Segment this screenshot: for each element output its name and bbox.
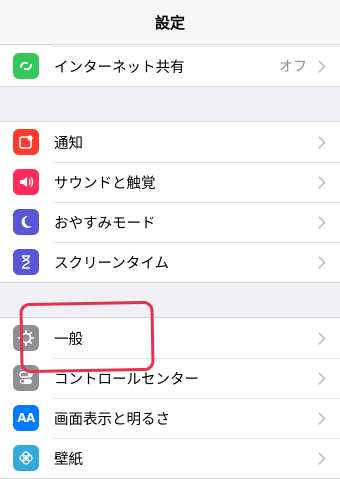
chevron-right-icon <box>313 215 326 229</box>
chevron-right-icon <box>313 135 326 149</box>
speaker-icon <box>13 169 39 195</box>
settings-row-label: インターネット共有 <box>54 59 185 76</box>
chevron-right-icon <box>313 411 326 425</box>
chevron-right-icon <box>313 175 326 189</box>
moon-icon <box>13 209 39 235</box>
settings-row-dnd[interactable]: おやすみモード <box>0 202 340 242</box>
settings-row-label: おやすみモード <box>54 215 156 232</box>
settings-row-label: スクリーンタイム <box>54 255 169 272</box>
chevron-right-icon <box>313 255 326 269</box>
chevron-right-icon <box>313 451 326 465</box>
chevron-right-icon <box>313 331 326 345</box>
settings-row-wallpaper[interactable]: 壁紙 <box>0 438 340 478</box>
text-size-icon: AA <box>13 405 39 431</box>
settings-row-label: 画面表示と明るさ <box>54 411 170 428</box>
notification-icon <box>13 129 39 155</box>
settings-row-display[interactable]: AA 画面表示と明るさ <box>0 398 340 438</box>
red-highlight-annotation <box>19 300 155 374</box>
settings-row-sounds[interactable]: サウンドと触覚 <box>0 162 340 202</box>
hourglass-icon <box>13 249 39 275</box>
chevron-right-icon <box>313 371 326 385</box>
navigation-bar: 設定 <box>0 0 340 45</box>
chevron-right-icon <box>313 59 326 73</box>
settings-row-label: 壁紙 <box>54 451 83 468</box>
settings-row-notifications[interactable]: 通知 <box>0 122 340 162</box>
settings-row-detail: オフ <box>279 59 307 75</box>
settings-row-label: サウンドと触覚 <box>54 175 156 192</box>
settings-row-hotspot[interactable]: インターネット共有 オフ <box>0 46 340 86</box>
settings-list[interactable]: インターネット共有 オフ 通知 サウンドと触覚 おやすみモード スクリーンタイム… <box>0 0 340 479</box>
page-title: 設定 <box>154 13 185 32</box>
settings-row-screentime[interactable]: スクリーンタイム <box>0 242 340 282</box>
settings-row-label: 通知 <box>54 135 83 152</box>
link-icon <box>13 53 39 79</box>
flower-icon <box>13 445 39 471</box>
